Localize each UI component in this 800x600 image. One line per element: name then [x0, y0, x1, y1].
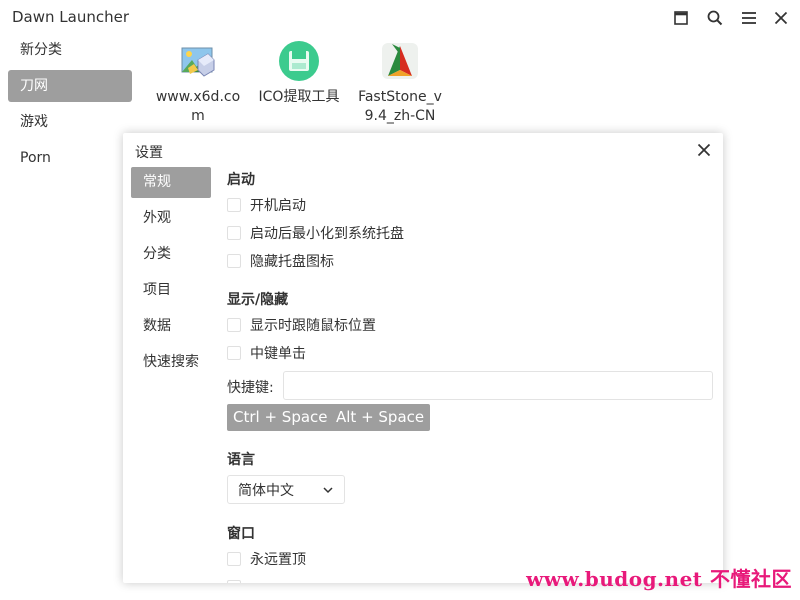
- checkbox-label: 开机启动: [250, 198, 306, 214]
- checkbox-box[interactable]: [227, 318, 241, 332]
- checkbox-always-on-top[interactable]: 永远置顶: [227, 549, 306, 569]
- checkbox-box[interactable]: [227, 198, 241, 212]
- settings-tab-general[interactable]: 常规: [131, 167, 211, 198]
- maximize-icon[interactable]: [669, 6, 693, 30]
- section-title-window: 窗口: [227, 526, 255, 542]
- watermark-text: www.budog.net 不懂社区: [526, 567, 792, 591]
- app-title: Dawn Launcher: [12, 8, 129, 26]
- settings-tab-data[interactable]: 数据: [131, 311, 211, 342]
- hotkey-preset-alt-space[interactable]: Alt + Space: [330, 404, 431, 431]
- green-save-icon: [277, 40, 321, 84]
- sidebar-item-porn[interactable]: Porn: [8, 142, 132, 174]
- menu-icon[interactable]: [737, 6, 761, 30]
- category-sidebar: 新分类 刀网 游戏 Porn: [8, 34, 132, 178]
- launcher-item-label: FastStone_v9.4_zh-CN: [358, 89, 442, 124]
- section-title-startup: 启动: [227, 172, 255, 188]
- launcher-item-label: ICO提取工具: [258, 89, 340, 105]
- sidebar-item-daowang[interactable]: 刀网: [8, 70, 132, 102]
- checkbox-label: 隐藏托盘图标: [250, 254, 334, 270]
- launcher-item[interactable]: www.x6d.com: [153, 40, 243, 126]
- landscape-image-icon: [176, 40, 220, 84]
- checkbox-minimize-to-tray[interactable]: 启动后最小化到系统托盘: [227, 223, 404, 243]
- sidebar-item-games[interactable]: 游戏: [8, 106, 132, 138]
- close-icon[interactable]: [769, 6, 793, 30]
- checkbox-label: 启动后最小化到系统托盘: [250, 226, 404, 242]
- chevron-down-icon: [322, 484, 334, 500]
- launcher-item[interactable]: FastStone_v9.4_zh-CN: [355, 40, 445, 126]
- settings-tab-items[interactable]: 项目: [131, 275, 211, 306]
- checkbox-label: 显示时跟随鼠标位置: [250, 318, 376, 334]
- settings-tab-appearance[interactable]: 外观: [131, 203, 211, 234]
- settings-tab-quick-search[interactable]: 快速搜索: [131, 347, 211, 378]
- settings-nav: 常规 外观 分类 项目 数据 快速搜索: [131, 167, 211, 383]
- language-select-value: 简体中文: [238, 482, 294, 499]
- launcher-item[interactable]: ICO提取工具: [254, 40, 344, 107]
- hotkey-input[interactable]: [283, 371, 713, 400]
- close-icon[interactable]: [695, 141, 713, 159]
- section-title-language: 语言: [227, 452, 255, 468]
- checkbox-box[interactable]: [227, 254, 241, 268]
- checkbox-follow-mouse[interactable]: 显示时跟随鼠标位置: [227, 315, 376, 335]
- checkbox-partially-hidden[interactable]: [227, 577, 250, 583]
- faststone-icon: [378, 40, 422, 84]
- checkbox-box[interactable]: [227, 552, 241, 566]
- section-title-show-hide: 显示/隐藏: [227, 292, 289, 308]
- checkbox-label: 中键单击: [250, 346, 306, 362]
- settings-tab-category[interactable]: 分类: [131, 239, 211, 270]
- launcher-item-label: www.x6d.com: [155, 89, 241, 124]
- checkbox-label: 永远置顶: [250, 552, 306, 568]
- checkbox-box[interactable]: [227, 226, 241, 240]
- checkbox-hide-tray-icon[interactable]: 隐藏托盘图标: [227, 251, 334, 271]
- checkbox-box[interactable]: [227, 346, 241, 360]
- checkbox-box[interactable]: [227, 580, 241, 583]
- hotkey-preset-ctrl-space[interactable]: Ctrl + Space: [227, 404, 334, 431]
- language-select[interactable]: 简体中文: [227, 475, 345, 504]
- search-icon[interactable]: [703, 6, 727, 30]
- dialog-title: 设置: [135, 145, 163, 161]
- hotkey-label: 快捷键:: [227, 380, 274, 396]
- sidebar-item-new-category[interactable]: 新分类: [8, 34, 132, 66]
- checkbox-middle-click[interactable]: 中键单击: [227, 343, 306, 363]
- checkbox-launch-at-startup[interactable]: 开机启动: [227, 195, 306, 215]
- settings-dialog: 设置 常规 外观 分类 项目 数据 快速搜索 启动 开机启动 启动后最小化到系统…: [123, 133, 723, 583]
